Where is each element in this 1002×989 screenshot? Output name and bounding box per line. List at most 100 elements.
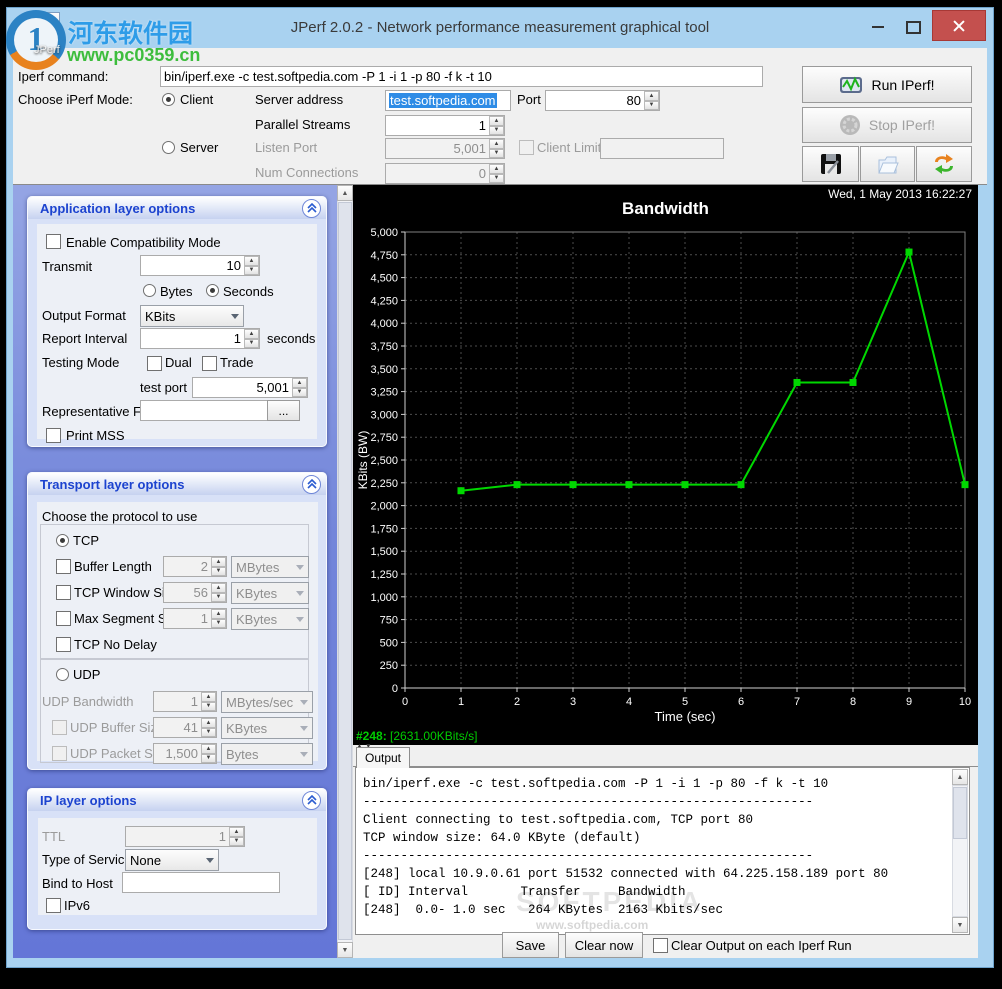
udp-bandwidth-label: UDP Bandwidth bbox=[42, 694, 134, 709]
spin-up-icon[interactable]: ▲ bbox=[244, 256, 259, 266]
transmit-bytes-radio[interactable] bbox=[143, 284, 156, 297]
client-limit-label: Client Limit bbox=[537, 140, 601, 155]
udp-buffer-label: UDP Buffer Size bbox=[70, 720, 164, 735]
minimize-button[interactable] bbox=[863, 16, 893, 38]
svg-text:9: 9 bbox=[906, 696, 912, 708]
spin-up-icon[interactable]: ▲ bbox=[644, 91, 659, 101]
trade-label: Trade bbox=[220, 355, 253, 370]
client-mode-radio[interactable] bbox=[162, 93, 175, 106]
svg-text:3: 3 bbox=[570, 696, 576, 708]
save-output-button[interactable] bbox=[802, 146, 859, 182]
svg-text:10: 10 bbox=[959, 696, 971, 708]
spin-down-icon[interactable]: ▼ bbox=[244, 266, 259, 276]
output-line: ----------------------------------------… bbox=[363, 793, 888, 811]
tab-output[interactable]: Output bbox=[356, 747, 410, 768]
spin-down-icon[interactable]: ▼ bbox=[292, 388, 307, 398]
output-console[interactable]: bin/iperf.exe -c test.softpedia.com -P 1… bbox=[355, 767, 970, 935]
spin-up-icon: ▲ bbox=[489, 139, 504, 149]
open-file-button[interactable] bbox=[860, 146, 915, 182]
parallel-streams-spinner[interactable]: 1 ▲▼ bbox=[385, 115, 505, 136]
output-format-dropdown[interactable]: KBits bbox=[140, 305, 244, 327]
svg-text:1,750: 1,750 bbox=[370, 523, 398, 535]
udp-packet-unit-dropdown: Bytes bbox=[221, 743, 313, 765]
svg-text:2,250: 2,250 bbox=[370, 478, 398, 490]
dual-label: Dual bbox=[165, 355, 192, 370]
test-port-spinner[interactable]: 5,001 ▲▼ bbox=[192, 377, 308, 398]
spin-down-icon[interactable]: ▼ bbox=[244, 339, 259, 349]
bandwidth-chart: Wed, 1 May 2013 16:22:27 Bandwidth 02505… bbox=[353, 185, 978, 745]
svg-text:3,750: 3,750 bbox=[370, 341, 398, 353]
udp-packet-spinner: 1,500 ▲▼ bbox=[153, 743, 217, 764]
collapse-icon[interactable] bbox=[302, 199, 321, 218]
save-icon bbox=[819, 152, 843, 176]
transmit-seconds-radio[interactable] bbox=[206, 284, 219, 297]
output-section: ▲ ▼ Output bin/iperf.exe -c test.softpedi… bbox=[353, 745, 978, 958]
choose-mode-label: Choose iPerf Mode: bbox=[18, 92, 133, 107]
type-of-service-dropdown[interactable]: None bbox=[125, 849, 219, 871]
svg-text:4,500: 4,500 bbox=[370, 273, 398, 285]
buffer-length-checkbox[interactable] bbox=[56, 559, 71, 574]
transmit-spinner[interactable]: 10 ▲▼ bbox=[140, 255, 260, 276]
spin-down-icon[interactable]: ▼ bbox=[489, 126, 504, 136]
iperf-command-input[interactable]: bin/iperf.exe -c test.softpedia.com -P 1… bbox=[160, 66, 763, 87]
buffer-length-label: Buffer Length bbox=[74, 559, 152, 574]
jperf-watermark-label: JPerf bbox=[34, 44, 60, 56]
max-segment-spinner: 1 ▲▼ bbox=[163, 608, 227, 629]
browse-button[interactable]: ... bbox=[267, 400, 300, 421]
svg-text:1,000: 1,000 bbox=[370, 592, 398, 604]
port-spinner[interactable]: 80 ▲▼ bbox=[545, 90, 660, 111]
server-mode-radio[interactable] bbox=[162, 141, 175, 154]
close-button[interactable] bbox=[932, 10, 986, 41]
svg-text:4: 4 bbox=[626, 696, 632, 708]
print-mss-checkbox[interactable] bbox=[46, 428, 61, 443]
scroll-up-button[interactable]: ▲ bbox=[337, 185, 353, 201]
output-line: bin/iperf.exe -c test.softpedia.com -P 1… bbox=[363, 775, 888, 793]
svg-text:500: 500 bbox=[380, 637, 398, 649]
tcp-window-checkbox[interactable] bbox=[56, 585, 71, 600]
spin-down-icon[interactable]: ▼ bbox=[644, 101, 659, 111]
report-interval-spinner[interactable]: 1 ▲▼ bbox=[140, 328, 260, 349]
bind-to-host-input[interactable] bbox=[122, 872, 280, 893]
options-scrollbar-thumb[interactable] bbox=[338, 202, 352, 940]
output-scrollbar-thumb[interactable] bbox=[953, 787, 967, 839]
output-scroll-down-button[interactable]: ▼ bbox=[952, 917, 968, 933]
scroll-down-button[interactable]: ▼ bbox=[337, 942, 353, 958]
server-address-input[interactable]: test.softpedia.com bbox=[385, 90, 511, 111]
run-iperf-button[interactable]: Run IPerf! bbox=[802, 66, 972, 103]
compatibility-mode-checkbox[interactable] bbox=[46, 234, 61, 249]
chart-plot: 02505007501,0001,2501,5001,7502,0002,250… bbox=[353, 225, 978, 725]
test-port-label: test port bbox=[140, 380, 187, 395]
collapse-icon[interactable] bbox=[302, 475, 321, 494]
svg-text:4,750: 4,750 bbox=[370, 250, 398, 262]
iperf-command-label: Iperf command: bbox=[18, 69, 108, 84]
clear-now-button[interactable]: Clear now bbox=[565, 932, 643, 958]
report-interval-label: Report Interval bbox=[42, 331, 127, 346]
spin-up-icon[interactable]: ▲ bbox=[489, 116, 504, 126]
ipv6-checkbox[interactable] bbox=[46, 898, 61, 913]
udp-radio[interactable] bbox=[56, 668, 69, 681]
svg-text:KBits (BW): KBits (BW) bbox=[356, 431, 370, 490]
representative-file-input[interactable] bbox=[140, 400, 268, 421]
maximize-button[interactable] bbox=[898, 16, 928, 38]
representative-file-label: Representative File bbox=[42, 404, 154, 419]
ttl-label: TTL bbox=[42, 829, 65, 844]
port-label: Port bbox=[517, 92, 541, 107]
collapse-icon[interactable] bbox=[302, 791, 321, 810]
max-segment-checkbox[interactable] bbox=[56, 611, 71, 626]
spin-up-icon[interactable]: ▲ bbox=[244, 329, 259, 339]
dual-checkbox[interactable] bbox=[147, 356, 162, 371]
tcp-no-delay-checkbox[interactable] bbox=[56, 637, 71, 652]
svg-text:1,500: 1,500 bbox=[370, 546, 398, 558]
transmit-seconds-label: Seconds bbox=[223, 284, 274, 299]
stop-iperf-button: Stop IPerf! bbox=[802, 107, 972, 143]
tcp-radio[interactable] bbox=[56, 534, 69, 547]
refresh-button[interactable] bbox=[916, 146, 972, 182]
trade-checkbox[interactable] bbox=[202, 356, 217, 371]
clear-on-run-checkbox[interactable] bbox=[653, 938, 668, 953]
spin-up-icon[interactable]: ▲ bbox=[292, 378, 307, 388]
svg-text:4,000: 4,000 bbox=[370, 318, 398, 330]
refresh-icon bbox=[931, 152, 957, 176]
save-button[interactable]: Save bbox=[502, 932, 559, 958]
output-scroll-up-button[interactable]: ▲ bbox=[952, 769, 968, 785]
tcp-no-delay-label: TCP No Delay bbox=[74, 637, 157, 652]
